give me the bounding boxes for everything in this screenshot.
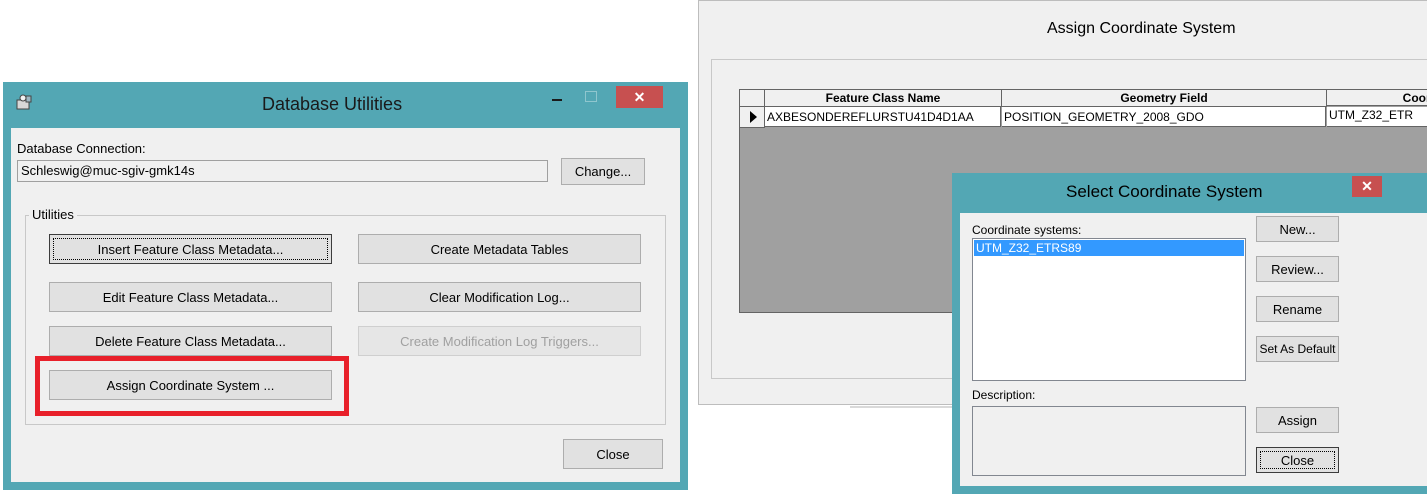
- close-icon: ✕: [633, 89, 646, 105]
- grid-header-coord[interactable]: Coord: [1327, 90, 1427, 106]
- select-cs-title: Select Coordinate System: [1066, 182, 1263, 201]
- grid-cell-coord[interactable]: UTM_Z32_ETR: [1327, 107, 1427, 127]
- close-icon: ✕: [1361, 178, 1373, 194]
- grid-header-corner: [740, 90, 765, 107]
- cs-list-item[interactable]: UTM_Z32_ETRS89: [974, 240, 1244, 256]
- db-utilities-window: Database Utilities ✕ Database Connection…: [3, 82, 688, 490]
- rename-button[interactable]: Rename: [1256, 296, 1339, 322]
- maximize-button[interactable]: [577, 88, 605, 108]
- db-utilities-close-button[interactable]: ✕: [616, 86, 663, 108]
- set-as-default-button[interactable]: Set As Default: [1256, 336, 1339, 362]
- utilities-group-label: Utilities: [29, 207, 77, 222]
- maximize-icon: [585, 91, 597, 102]
- change-button[interactable]: Change...: [561, 158, 645, 185]
- insert-metadata-button[interactable]: Insert Feature Class Metadata...: [49, 234, 332, 264]
- assign-cs-shadow-line: [850, 406, 960, 408]
- select-cs-window: Select Coordinate System ✕ Coordinate sy…: [952, 173, 1427, 494]
- row-pointer-icon: [750, 111, 757, 123]
- new-button[interactable]: New...: [1256, 216, 1339, 242]
- grid-header-feature-class[interactable]: Feature Class Name: [765, 90, 1002, 107]
- connection-label: Database Connection:: [17, 141, 146, 156]
- assign-cs-title: Assign Coordinate System: [1047, 20, 1236, 37]
- close-button[interactable]: Close: [563, 439, 663, 469]
- grid-header-geometry-field[interactable]: Geometry Field: [1002, 90, 1327, 107]
- minimize-icon: [552, 99, 562, 101]
- grid-cell-geometry-field[interactable]: POSITION_GEOMETRY_2008_GDO: [1002, 107, 1326, 127]
- grid-row-indicator: [740, 107, 765, 128]
- cs-list-label: Coordinate systems:: [972, 223, 1082, 237]
- description-label: Description:: [972, 388, 1036, 402]
- highlight-box: [35, 356, 349, 416]
- select-cs-close-dialog-button[interactable]: Close: [1256, 447, 1339, 473]
- select-cs-close-button[interactable]: ✕: [1352, 176, 1382, 197]
- clear-modification-log-button[interactable]: Clear Modification Log...: [358, 282, 641, 312]
- connection-field[interactable]: Schleswig@muc-sgiv-gmk14s: [17, 160, 548, 182]
- grid-cell-feature-class[interactable]: AXBESONDEREFLURSTU41D4D1AA: [765, 107, 1001, 127]
- description-field: [972, 406, 1246, 476]
- minimize-button[interactable]: [543, 88, 571, 108]
- edit-metadata-button[interactable]: Edit Feature Class Metadata...: [49, 282, 332, 312]
- create-metadata-tables-button[interactable]: Create Metadata Tables: [358, 234, 641, 264]
- delete-metadata-button[interactable]: Delete Feature Class Metadata...: [49, 326, 332, 356]
- assign-button[interactable]: Assign: [1256, 407, 1339, 433]
- app-icon: [15, 94, 33, 112]
- db-utilities-title: Database Utilities: [262, 94, 403, 114]
- review-button[interactable]: Review...: [1256, 256, 1339, 282]
- cs-list[interactable]: UTM_Z32_ETRS89: [972, 238, 1246, 381]
- create-modification-log-triggers-button[interactable]: Create Modification Log Triggers...: [358, 326, 641, 356]
